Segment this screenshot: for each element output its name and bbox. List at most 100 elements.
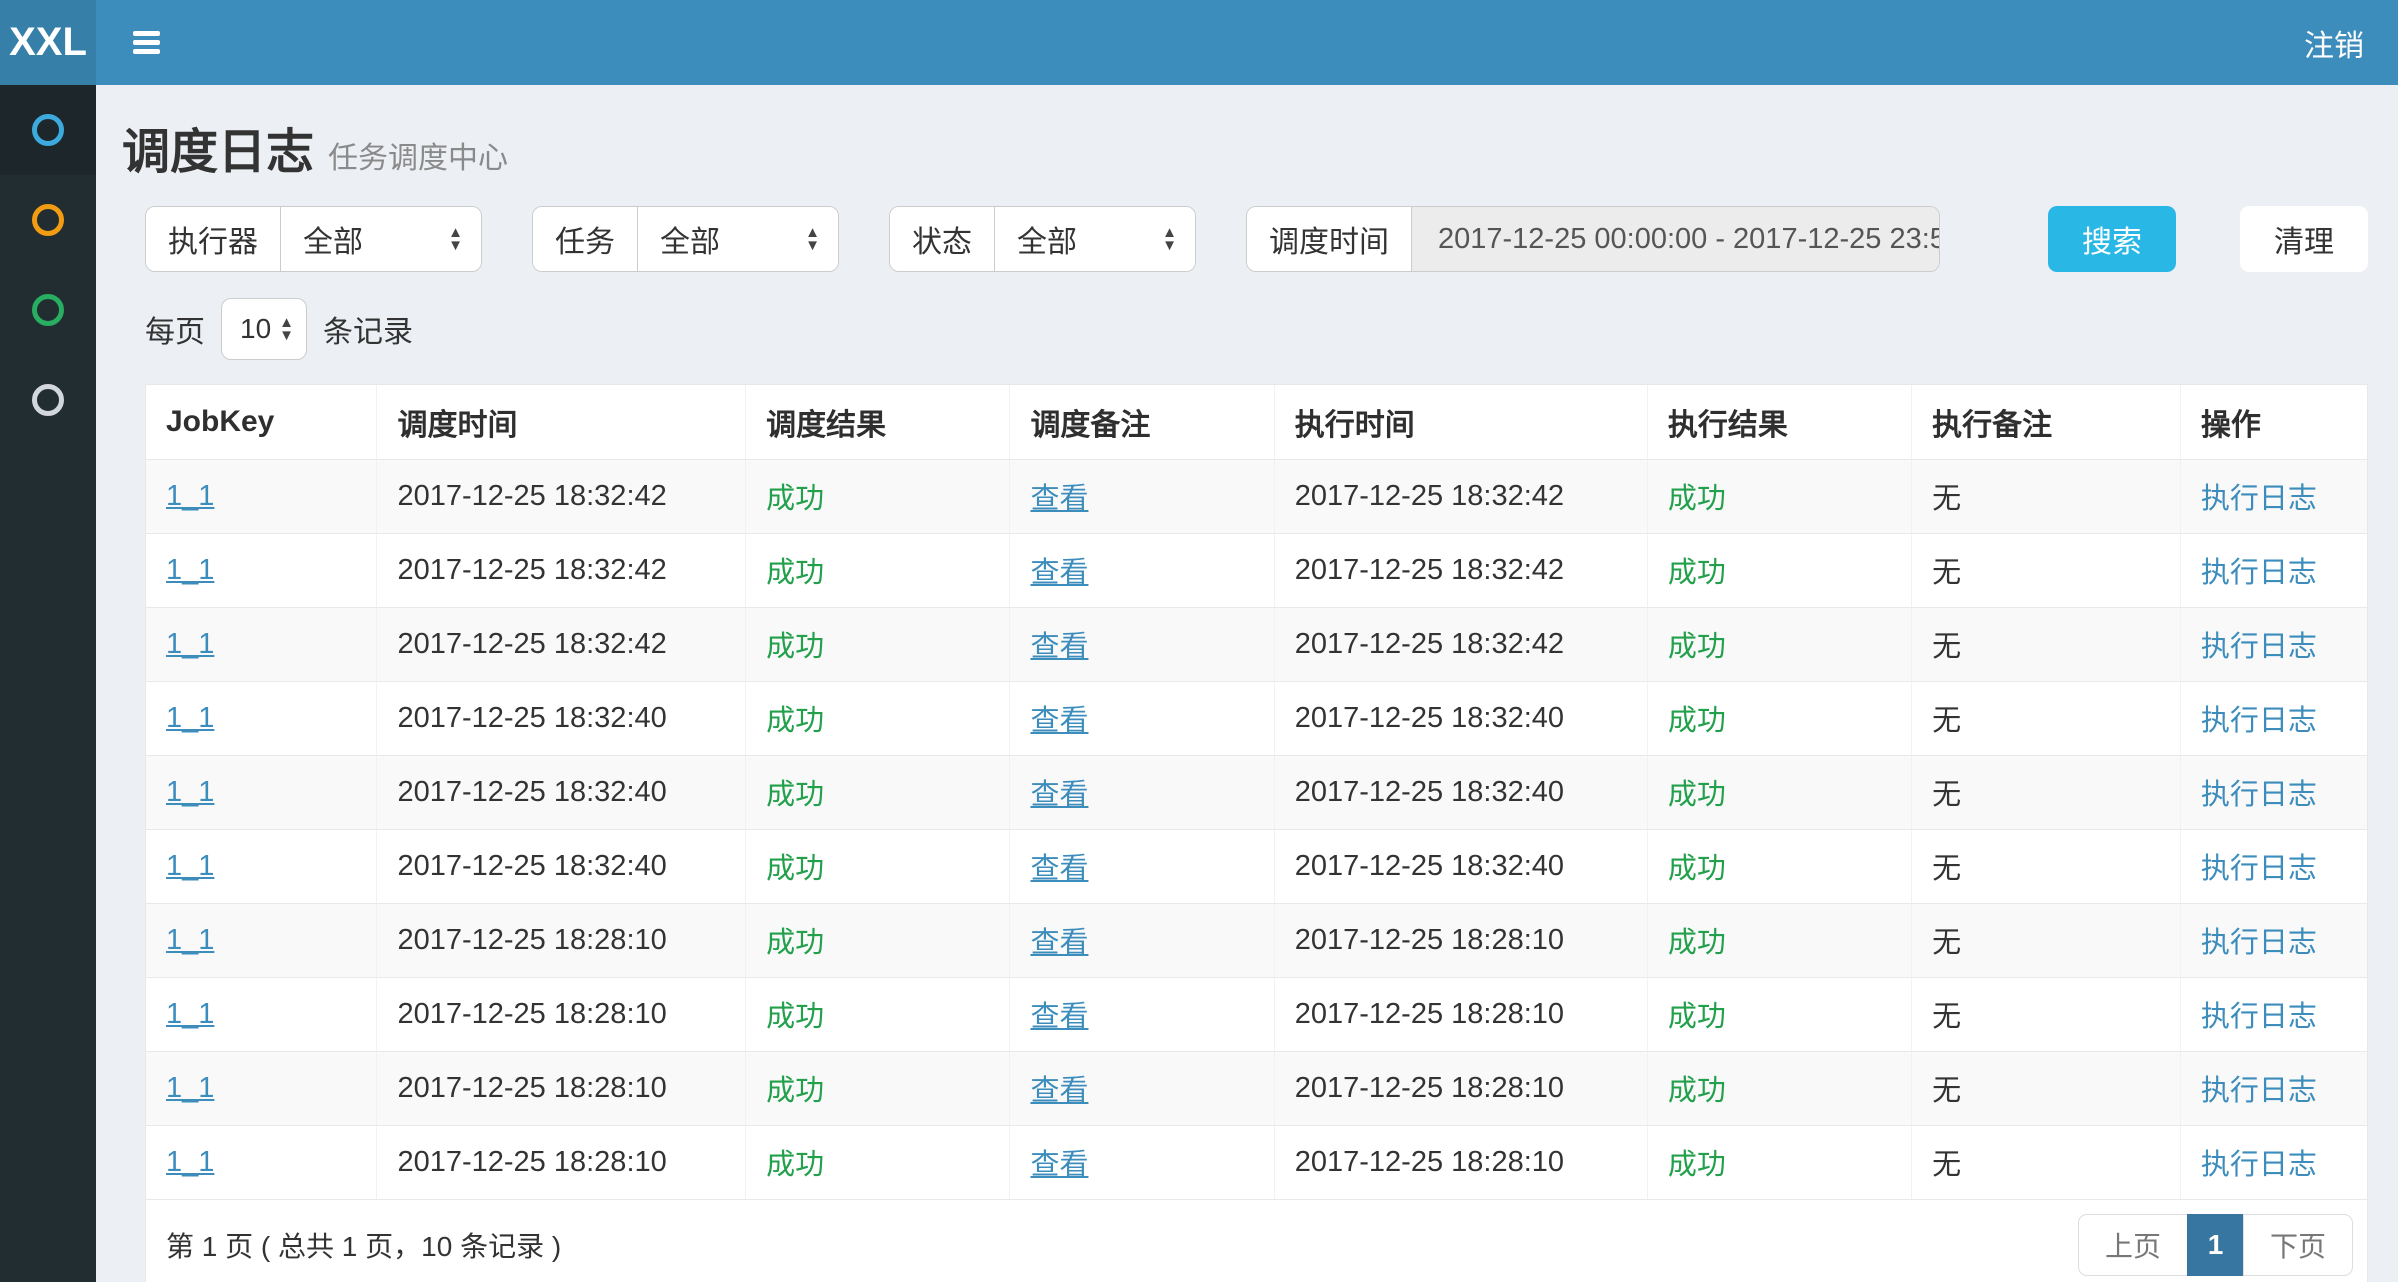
circle-outline-icon: [32, 384, 64, 416]
executor-filter-select[interactable]: 全部 ▲▼: [281, 207, 481, 271]
handle-result-cell: 成功: [1668, 1001, 1726, 1033]
executor-filter-label: 执行器: [146, 207, 281, 271]
trigger-time-cell: 2017-12-25 18:32:42: [397, 554, 666, 586]
table-footer: 第 1 页 ( 总共 1 页，10 条记录 ) 上页 1 下页: [146, 1200, 2367, 1282]
trigger-time-range-input[interactable]: 2017-12-25 00:00:00 - 2017-12-25 23:59:5…: [1412, 207, 1939, 271]
trigger-remark-link[interactable]: 查看: [1030, 1075, 1088, 1107]
handle-remark-cell: 无: [1932, 557, 1961, 589]
handle-time-cell: 2017-12-25 18:32:42: [1295, 554, 1564, 586]
jobkey-link[interactable]: 1_1: [166, 776, 214, 808]
handle-time-cell: 2017-12-25 18:32:40: [1295, 702, 1564, 734]
jobkey-link[interactable]: 1_1: [166, 480, 214, 512]
trigger-remark-link[interactable]: 查看: [1030, 1149, 1088, 1181]
executor-filter-value: 全部: [303, 217, 363, 261]
pagination-summary: 第 1 页 ( 总共 1 页，10 条记录 ): [166, 1225, 561, 1265]
exec-log-link[interactable]: 执行日志: [2201, 631, 2317, 663]
job-filter-select[interactable]: 全部 ▲▼: [638, 207, 838, 271]
pagination: 上页 1 下页: [2078, 1214, 2353, 1276]
table-header-row: JobKey调度时间调度结果调度备注执行时间执行结果执行备注操作: [146, 385, 2367, 459]
jobkey-link[interactable]: 1_1: [166, 998, 214, 1030]
select-caret-icon: ▲▼: [279, 316, 294, 342]
exec-log-link[interactable]: 执行日志: [2201, 779, 2317, 811]
trigger-result-cell: 成功: [766, 631, 824, 663]
exec-log-link[interactable]: 执行日志: [2201, 1149, 2317, 1181]
next-page-button[interactable]: 下页: [2243, 1214, 2353, 1276]
status-filter-select[interactable]: 全部 ▲▼: [995, 207, 1195, 271]
jobkey-link[interactable]: 1_1: [166, 702, 214, 734]
trigger-remark-link[interactable]: 查看: [1030, 483, 1088, 515]
trigger-remark-link[interactable]: 查看: [1030, 631, 1088, 663]
top-navbar: XXL 注销: [0, 0, 2398, 85]
page-size-select[interactable]: 10 ▲▼: [221, 298, 307, 360]
trigger-result-cell: 成功: [766, 1075, 824, 1107]
job-filter-value: 全部: [660, 217, 720, 261]
sidebar-item-3[interactable]: [0, 265, 96, 355]
exec-log-link[interactable]: 执行日志: [2201, 927, 2317, 959]
trigger-time-cell: 2017-12-25 18:32:42: [397, 628, 666, 660]
handle-time-cell: 2017-12-25 18:32:42: [1295, 480, 1564, 512]
column-header: 调度备注: [1010, 385, 1274, 459]
table-row: 1_1 2017-12-25 18:32:42 成功 查看 2017-12-25…: [146, 533, 2367, 607]
app-logo[interactable]: XXL: [0, 0, 96, 85]
exec-log-link[interactable]: 执行日志: [2201, 705, 2317, 737]
logout-link[interactable]: 注销: [2304, 21, 2364, 65]
job-filter-label: 任务: [533, 207, 638, 271]
handle-time-cell: 2017-12-25 18:32:42: [1295, 628, 1564, 660]
sidebar-item-1[interactable]: [0, 85, 96, 175]
trigger-result-cell: 成功: [766, 1001, 824, 1033]
column-header: JobKey: [146, 385, 377, 459]
sidebar-item-2[interactable]: [0, 175, 96, 265]
page-size-row: 每页 10 ▲▼ 条记录: [145, 298, 2368, 360]
exec-log-link[interactable]: 执行日志: [2201, 853, 2317, 885]
current-page-button[interactable]: 1: [2187, 1214, 2244, 1276]
jobkey-link[interactable]: 1_1: [166, 554, 214, 586]
sidebar-toggle-button[interactable]: [123, 21, 170, 64]
exec-log-link[interactable]: 执行日志: [2201, 1001, 2317, 1033]
trigger-result-cell: 成功: [766, 705, 824, 737]
sidebar-item-4[interactable]: [0, 355, 96, 445]
jobkey-link[interactable]: 1_1: [166, 628, 214, 660]
main-content: 调度日志任务调度中心 执行器 全部 ▲▼ 任务 全部 ▲▼ 状态: [96, 85, 2398, 1282]
handle-time-cell: 2017-12-25 18:28:10: [1295, 1146, 1564, 1178]
trigger-remark-link[interactable]: 查看: [1030, 779, 1088, 811]
handle-result-cell: 成功: [1668, 483, 1726, 515]
trigger-result-cell: 成功: [766, 927, 824, 959]
trigger-remark-link[interactable]: 查看: [1030, 853, 1088, 885]
table-row: 1_1 2017-12-25 18:32:42 成功 查看 2017-12-25…: [146, 607, 2367, 681]
trigger-remark-link[interactable]: 查看: [1030, 705, 1088, 737]
handle-remark-cell: 无: [1932, 779, 1961, 811]
exec-log-link[interactable]: 执行日志: [2201, 1075, 2317, 1107]
table-row: 1_1 2017-12-25 18:32:40 成功 查看 2017-12-25…: [146, 681, 2367, 755]
column-header: 执行备注: [1912, 385, 2181, 459]
trigger-time-cell: 2017-12-25 18:28:10: [397, 924, 666, 956]
trigger-time-cell: 2017-12-25 18:32:42: [397, 480, 666, 512]
clear-button[interactable]: 清理: [2240, 206, 2368, 272]
exec-log-link[interactable]: 执行日志: [2201, 557, 2317, 589]
jobkey-link[interactable]: 1_1: [166, 1146, 214, 1178]
trigger-time-cell: 2017-12-25 18:32:40: [397, 702, 666, 734]
jobkey-link[interactable]: 1_1: [166, 924, 214, 956]
handle-result-cell: 成功: [1668, 853, 1726, 885]
content-header: 调度日志任务调度中心: [96, 85, 2398, 206]
hamburger-icon: [133, 31, 160, 36]
page-size-prefix: 每页: [145, 307, 205, 351]
handle-result-cell: 成功: [1668, 927, 1726, 959]
trigger-remark-link[interactable]: 查看: [1030, 557, 1088, 589]
search-button[interactable]: 搜索: [2048, 206, 2176, 272]
column-header: 执行时间: [1274, 385, 1647, 459]
trigger-result-cell: 成功: [766, 1149, 824, 1181]
table-row: 1_1 2017-12-25 18:32:42 成功 查看 2017-12-25…: [146, 459, 2367, 533]
handle-time-cell: 2017-12-25 18:28:10: [1295, 998, 1564, 1030]
handle-result-cell: 成功: [1668, 1075, 1726, 1107]
exec-log-link[interactable]: 执行日志: [2201, 483, 2317, 515]
handle-result-cell: 成功: [1668, 557, 1726, 589]
jobkey-link[interactable]: 1_1: [166, 850, 214, 882]
handle-remark-cell: 无: [1932, 1149, 1961, 1181]
trigger-remark-link[interactable]: 查看: [1030, 1001, 1088, 1033]
trigger-remark-link[interactable]: 查看: [1030, 927, 1088, 959]
circle-outline-icon: [32, 204, 64, 236]
jobkey-link[interactable]: 1_1: [166, 1072, 214, 1104]
circle-outline-icon: [32, 114, 64, 146]
prev-page-button[interactable]: 上页: [2078, 1214, 2188, 1276]
circle-outline-icon: [32, 294, 64, 326]
